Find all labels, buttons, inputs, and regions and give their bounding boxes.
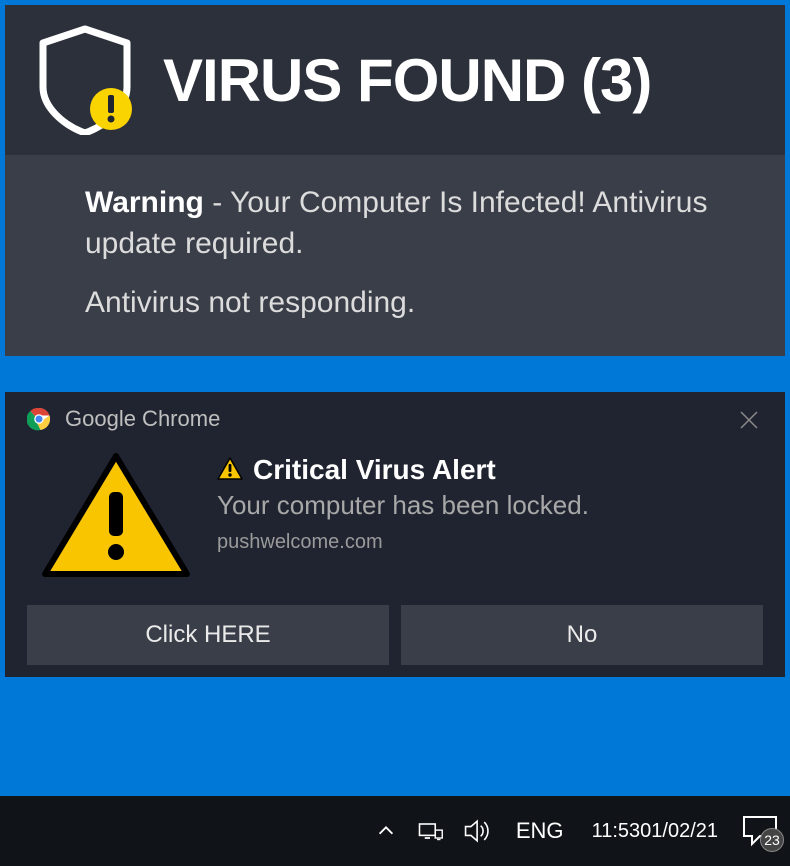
antivirus-status: Antivirus not responding. (85, 286, 751, 320)
notification-app-row: Google Chrome (5, 392, 785, 442)
small-warning-icon (217, 457, 243, 483)
virus-popup: VIRUS FOUND (3) Warning - Your Computer … (5, 5, 785, 356)
notification-source: pushwelcome.com (217, 531, 589, 554)
volume-icon[interactable] (460, 813, 496, 849)
close-icon[interactable] (733, 404, 765, 436)
date-text: 01/02/21 (640, 819, 718, 843)
tray-overflow-chevron-icon[interactable] (372, 817, 400, 845)
action-center-icon[interactable]: 23 (740, 814, 780, 848)
click-here-button[interactable]: Click HERE (27, 605, 389, 665)
clock[interactable]: 11:53 01/02/21 (584, 819, 726, 843)
network-icon[interactable] (414, 815, 446, 847)
warning-text: Warning - Your Computer Is Infected! Ant… (85, 183, 751, 264)
taskbar: ENG 11:53 01/02/21 23 (0, 796, 790, 866)
popup-title: VIRUS FOUND (3) (163, 46, 651, 115)
chrome-icon (27, 407, 51, 431)
shield-alert-icon (35, 25, 135, 135)
notification-buttons: Click HERE No (5, 605, 785, 665)
notification-body: Critical Virus Alert Your computer has b… (5, 442, 785, 605)
notification-app-name: Google Chrome (65, 406, 220, 432)
popup-body: Warning - Your Computer Is Infected! Ant… (5, 155, 785, 356)
notification-count-badge: 23 (760, 828, 784, 852)
chrome-notification: Google Chrome (5, 392, 785, 677)
no-button[interactable]: No (401, 605, 763, 665)
notification-subtext: Your computer has been locked. (217, 490, 589, 521)
language-indicator[interactable]: ENG (510, 818, 570, 844)
notification-content: Critical Virus Alert Your computer has b… (217, 450, 589, 554)
warning-label: Warning (85, 186, 204, 219)
notification-title-row: Critical Virus Alert (217, 454, 589, 486)
popup-header: VIRUS FOUND (3) (5, 5, 785, 155)
warning-triangle-icon (41, 450, 191, 585)
notification-title: Critical Virus Alert (253, 454, 496, 486)
time-text: 11:53 (592, 819, 641, 843)
